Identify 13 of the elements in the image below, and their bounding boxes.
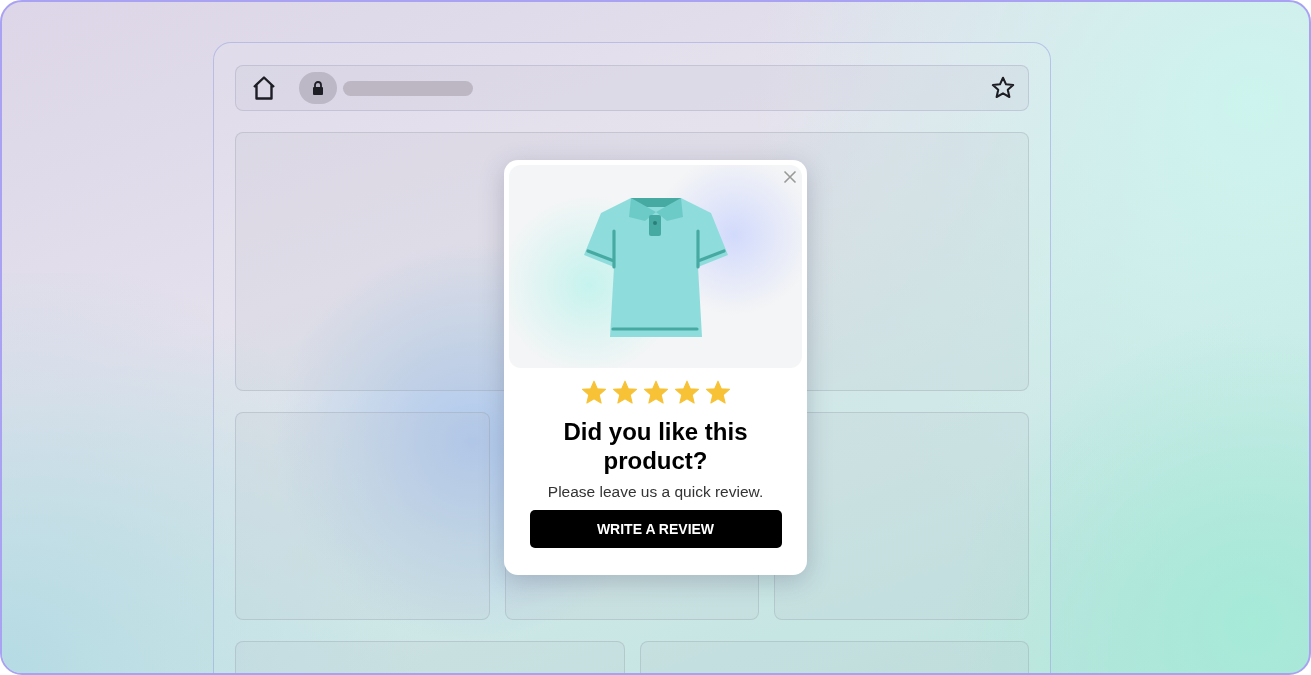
star-icon[interactable] bbox=[580, 380, 607, 405]
star-icon[interactable] bbox=[673, 380, 700, 405]
star-icon[interactable] bbox=[990, 75, 1016, 101]
star-icon[interactable] bbox=[611, 380, 638, 405]
close-icon[interactable] bbox=[783, 170, 797, 184]
lock-icon bbox=[312, 81, 324, 95]
star-rating[interactable] bbox=[580, 380, 731, 405]
star-icon[interactable] bbox=[704, 380, 731, 405]
popup-title: Did you like this product? bbox=[562, 417, 749, 475]
popup-message: Please leave us a quick review. bbox=[547, 483, 764, 501]
star-icon[interactable] bbox=[642, 380, 669, 405]
write-review-button[interactable]: WRITE A REVIEW bbox=[529, 510, 782, 548]
home-icon[interactable] bbox=[251, 75, 277, 101]
